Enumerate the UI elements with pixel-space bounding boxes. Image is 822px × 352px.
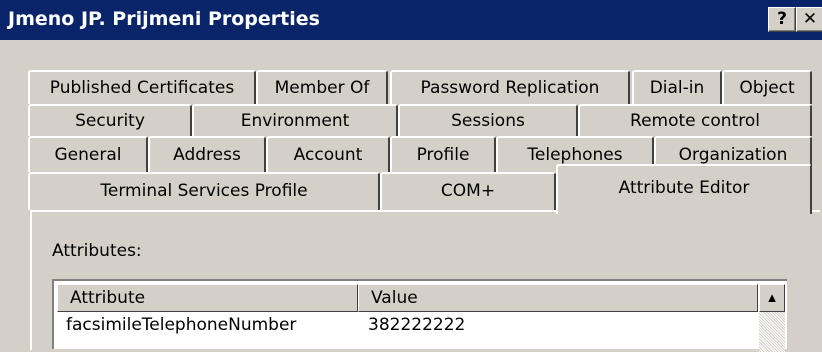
tab-published-certificates[interactable]: Published Certificates	[28, 70, 256, 104]
help-button[interactable]: ?	[768, 7, 796, 32]
tab-com-plus[interactable]: COM+	[380, 172, 556, 210]
column-header-attribute[interactable]: Attribute	[57, 284, 358, 312]
window-titlebar[interactable]: Jmeno JP. Prijmeni Properties ? ✕	[0, 0, 822, 40]
tab-remote-control[interactable]: Remote control	[578, 104, 812, 136]
column-header-value[interactable]: Value	[358, 284, 758, 312]
tab-security[interactable]: Security	[28, 104, 192, 136]
tab-environment[interactable]: Environment	[192, 104, 398, 136]
tab-attribute-editor[interactable]: Attribute Editor	[556, 164, 812, 214]
tab-account[interactable]: Account	[266, 136, 390, 172]
tab-object[interactable]: Object	[722, 70, 812, 104]
attributes-label: Attributes:	[52, 241, 142, 261]
vertical-scrollbar[interactable]	[759, 312, 785, 352]
tab-member-of[interactable]: Member Of	[256, 70, 388, 104]
window-title: Jmeno JP. Prijmeni Properties	[8, 8, 320, 30]
tab-dial-in[interactable]: Dial-in	[632, 70, 722, 104]
tab-terminal-services-profile[interactable]: Terminal Services Profile	[28, 172, 380, 210]
tab-profile[interactable]: Profile	[390, 136, 496, 172]
tab-sessions[interactable]: Sessions	[398, 104, 578, 136]
tab-password-replication[interactable]: Password Replication	[390, 70, 630, 104]
table-row-value[interactable]: 382222222	[368, 315, 465, 335]
table-row-attribute[interactable]: facsimileTelephoneNumber	[66, 315, 296, 335]
close-button[interactable]: ✕	[796, 7, 822, 32]
tab-general[interactable]: General	[28, 136, 148, 172]
tab-address[interactable]: Address	[148, 136, 266, 172]
scroll-up-icon[interactable]: ▲	[759, 284, 785, 312]
